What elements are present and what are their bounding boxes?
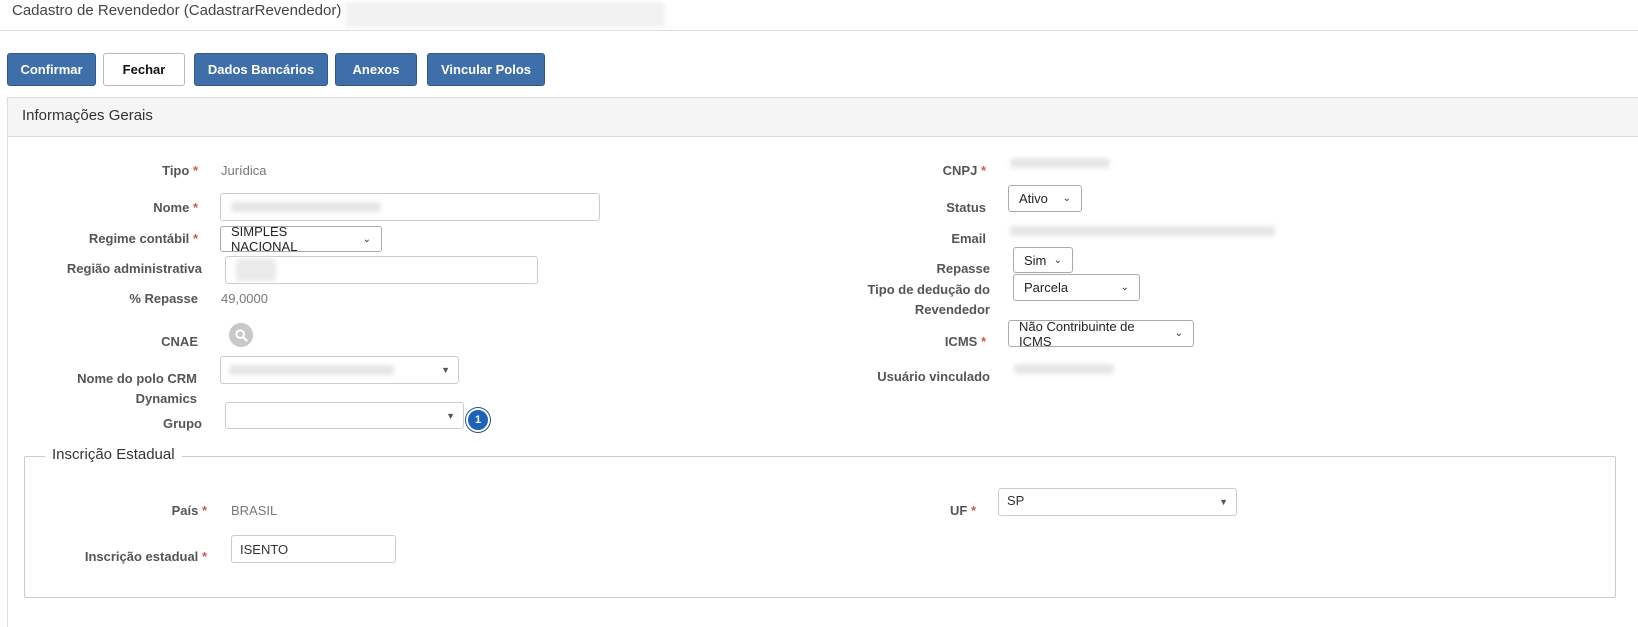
regime-select-value: SIMPLES NACIONAL [231,224,298,254]
usuario-label: Usuário vinculado [877,369,990,384]
redacted-nome [231,202,381,212]
deducao-select-value: Parcela [1024,280,1069,295]
regiao-label: Região administrativa [66,261,202,276]
deducao-select[interactable]: Parcela ⌄ [1013,274,1140,301]
email-label: Email [951,231,986,246]
regiao-input[interactable] [225,256,538,284]
confirm-button[interactable]: Confirmar [7,53,96,86]
icms-label: ICMS * [944,334,986,349]
search-icon [234,328,248,342]
close-button[interactable]: Fechar [103,53,185,86]
cnpj-label: CNPJ * [942,163,986,178]
chevron-down-icon: ⌄ [1174,328,1183,339]
window-title: Cadastro de Revendedor (CadastrarRevende… [12,2,342,19]
chevron-down-icon: ▼ [446,410,455,421]
redacted-cnpj [1010,158,1110,168]
chevron-down-icon: ⌄ [1062,193,1071,204]
uf-label: UF * [949,503,976,518]
attachments-button[interactable]: Anexos [335,53,417,86]
pais-label: País * [171,503,207,518]
deducao-label: Tipo de dedução do Revendedor [867,282,990,317]
ie-label: Inscrição estadual * [84,549,207,564]
nome-label: Nome * [153,200,198,215]
status-label: Status [946,200,986,215]
panel-title: Informações Gerais [22,107,153,124]
grupo-select[interactable]: ▼ [225,402,464,429]
cnae-search-button[interactable] [229,323,253,347]
uf-select-value: SP [1007,493,1025,508]
chevron-down-icon: ⌄ [362,233,371,245]
link-poles-button[interactable]: Vincular Polos [427,53,545,86]
regime-label: Regime contábil * [88,231,198,246]
repasse-label: Repasse [936,261,990,276]
bank-data-button[interactable]: Dados Bancários [194,53,328,86]
regime-select[interactable]: SIMPLES NACIONAL ⌄ [220,224,382,254]
repasse-pct-label: % Repasse [129,291,198,306]
chevron-down-icon: ▼ [441,365,450,375]
uf-select[interactable]: SP ▼ [998,488,1237,516]
redacted-regiao [236,259,276,281]
status-select[interactable]: Ativo ⌄ [1008,185,1082,212]
chevron-down-icon: ▼ [1219,497,1228,507]
tipo-label: Tipo * [162,163,198,178]
repasse-select-value: Sim [1024,252,1047,268]
panel-header [8,98,1638,137]
ie-input[interactable]: ISENTO [231,535,396,563]
notification-badge[interactable]: 1 [466,408,490,432]
inscricao-fieldset [24,456,1616,598]
polo-label: Nome do polo CRM Dynamics [77,371,197,406]
polo-select[interactable]: ▼ [220,356,459,384]
icms-select[interactable]: Não Contribuinte de ICMS ⌄ [1008,318,1194,349]
icms-select-value: Não Contribuinte de ICMS [1019,318,1135,349]
grupo-label: Grupo [163,416,202,431]
pais-value: BRASIL [231,503,278,518]
cnae-label: CNAE [161,334,198,349]
repasse-select[interactable]: Sim ⌄ [1013,247,1073,273]
redacted-title-suffix [345,2,665,28]
repasse-pct-value: 49,0000 [221,291,268,306]
nome-input[interactable] [220,193,600,221]
redacted-polo [229,365,394,375]
redacted-usuario [1014,364,1114,374]
tipo-value: Jurídica [221,163,267,178]
status-select-value: Ativo [1019,191,1048,206]
redacted-email [1010,226,1275,236]
inscricao-legend: Inscrição Estadual [45,446,182,463]
chevron-down-icon: ⌄ [1120,282,1129,293]
chevron-down-icon: ⌄ [1053,254,1062,266]
